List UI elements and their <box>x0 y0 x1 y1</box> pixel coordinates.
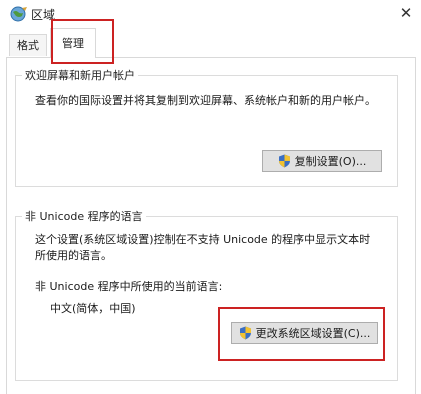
uac-shield-icon <box>278 154 291 168</box>
close-button[interactable]: ✕ <box>391 0 421 26</box>
tab-format[interactable]: 格式 <box>9 34 47 56</box>
tab-highlight-box <box>51 19 114 64</box>
copy-settings-label: 复制设置(O)... <box>294 155 367 168</box>
welcome-group-title: 欢迎屏幕和新用户帐户 <box>22 67 138 83</box>
change-system-locale-label: 更改系统区域设置(C)... <box>255 327 371 340</box>
unicode-description: 这个设置(系统区域设置)控制在不支持 Unicode 的程序中显示文本时所使用的… <box>35 233 371 262</box>
change-system-locale-button[interactable]: 更改系统区域设置(C)... <box>231 322 378 344</box>
globe-icon <box>9 5 29 23</box>
copy-settings-button[interactable]: 复制设置(O)... <box>262 150 382 172</box>
uac-shield-icon <box>239 326 252 340</box>
current-language-label: 非 Unicode 程序中所使用的当前语言: <box>35 280 223 293</box>
current-language-value: 中文(简体，中国) <box>50 302 136 315</box>
welcome-description: 查看你的国际设置并将其复制到欢迎屏幕、系统帐户和新的用户帐户。 <box>35 94 376 107</box>
unicode-group-title: 非 Unicode 程序的语言 <box>22 208 146 224</box>
